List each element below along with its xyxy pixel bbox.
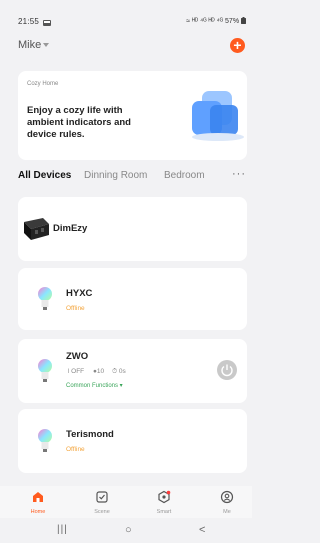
add-device-button[interactable]: + xyxy=(230,38,245,53)
bulb-icon xyxy=(38,429,52,452)
status-bar: 21:55 ≈ ᴴᴰ ⁴ᴳ ᴴᴰ ⁴ᴳ 57% xyxy=(0,0,252,30)
device-card-zwo[interactable]: ZWO ⏽OFF ●10 ⏱ 0s Common Functions ▾ xyxy=(18,339,247,403)
bulb-icon xyxy=(38,287,52,310)
home-system-button[interactable]: ○ xyxy=(125,524,132,536)
nav-label: Smart xyxy=(156,509,172,515)
room-tabs: All Devices Dinning Room Bedroom ··· xyxy=(0,166,252,186)
nav-scene[interactable]: Scene xyxy=(82,486,122,518)
profile-icon xyxy=(220,490,234,504)
power-icon xyxy=(221,364,233,377)
device-name: Terismond xyxy=(66,429,114,440)
device-status: Offline xyxy=(66,446,85,453)
dimmer-icon xyxy=(24,218,49,240)
home-icon xyxy=(33,492,43,502)
cozy-home-banner[interactable]: Cozy Home Enjoy a cozy life with ambient… xyxy=(18,71,247,160)
nav-home[interactable]: Home xyxy=(18,486,58,518)
device-name: HYXC xyxy=(66,288,93,299)
status-indicators: ≈ ᴴᴰ ⁴ᴳ ᴴᴰ ⁴ᴳ 57% xyxy=(186,17,246,25)
system-nav-bar: ||| ○ < xyxy=(0,518,252,543)
battery-icon xyxy=(241,17,246,24)
tab-dinning-room[interactable]: Dinning Room xyxy=(84,170,147,181)
device-status: Offline xyxy=(66,305,85,312)
device-card-dimezy[interactable]: DimEzy xyxy=(18,197,247,261)
home-selector[interactable]: Mike xyxy=(18,39,41,51)
nav-label: Me xyxy=(223,509,231,515)
common-functions-toggle[interactable]: Common Functions ▾ xyxy=(66,382,123,389)
banner-pagination xyxy=(145,150,155,160)
device-name: ZWO xyxy=(66,351,89,362)
home-caret-icon[interactable] xyxy=(43,43,49,47)
device-name: DimEzy xyxy=(53,223,88,234)
scene-icon xyxy=(96,491,108,503)
device-card-terismond[interactable]: Terismond Offline xyxy=(18,409,247,473)
smart-icon xyxy=(158,490,171,504)
device-brightness: ●10 xyxy=(93,368,105,375)
gallery-icon xyxy=(43,20,51,26)
device-timer: ⏱ 0s xyxy=(112,368,126,375)
nav-me[interactable]: Me xyxy=(207,486,247,518)
more-tabs-button[interactable]: ··· xyxy=(232,168,246,180)
power-button[interactable] xyxy=(217,360,237,380)
bulb-icon xyxy=(38,359,52,382)
header: Mike + xyxy=(0,33,252,57)
tab-all-devices[interactable]: All Devices xyxy=(18,170,71,181)
banner-text: Enjoy a cozy life with ambient indicator… xyxy=(27,105,131,140)
device-power-state: ⏽OFF xyxy=(66,368,85,375)
nav-label: Home xyxy=(30,509,46,515)
bottom-nav: Home Scene Smart Me xyxy=(0,486,252,518)
tab-bedroom[interactable]: Bedroom xyxy=(164,170,205,181)
device-card-hyxc[interactable]: HYXC Offline xyxy=(18,268,247,330)
status-time: 21:55 xyxy=(18,17,40,26)
cozy-home-illustration-icon xyxy=(192,91,244,141)
recents-button[interactable]: ||| xyxy=(57,524,68,535)
status-indicators-text: ≈ ᴴᴰ ⁴ᴳ ᴴᴰ ⁴ᴳ 57% xyxy=(186,18,240,25)
banner-label: Cozy Home xyxy=(27,81,59,87)
nav-smart[interactable]: Smart xyxy=(144,486,184,518)
nav-label: Scene xyxy=(94,509,110,515)
back-button[interactable]: < xyxy=(199,524,205,536)
